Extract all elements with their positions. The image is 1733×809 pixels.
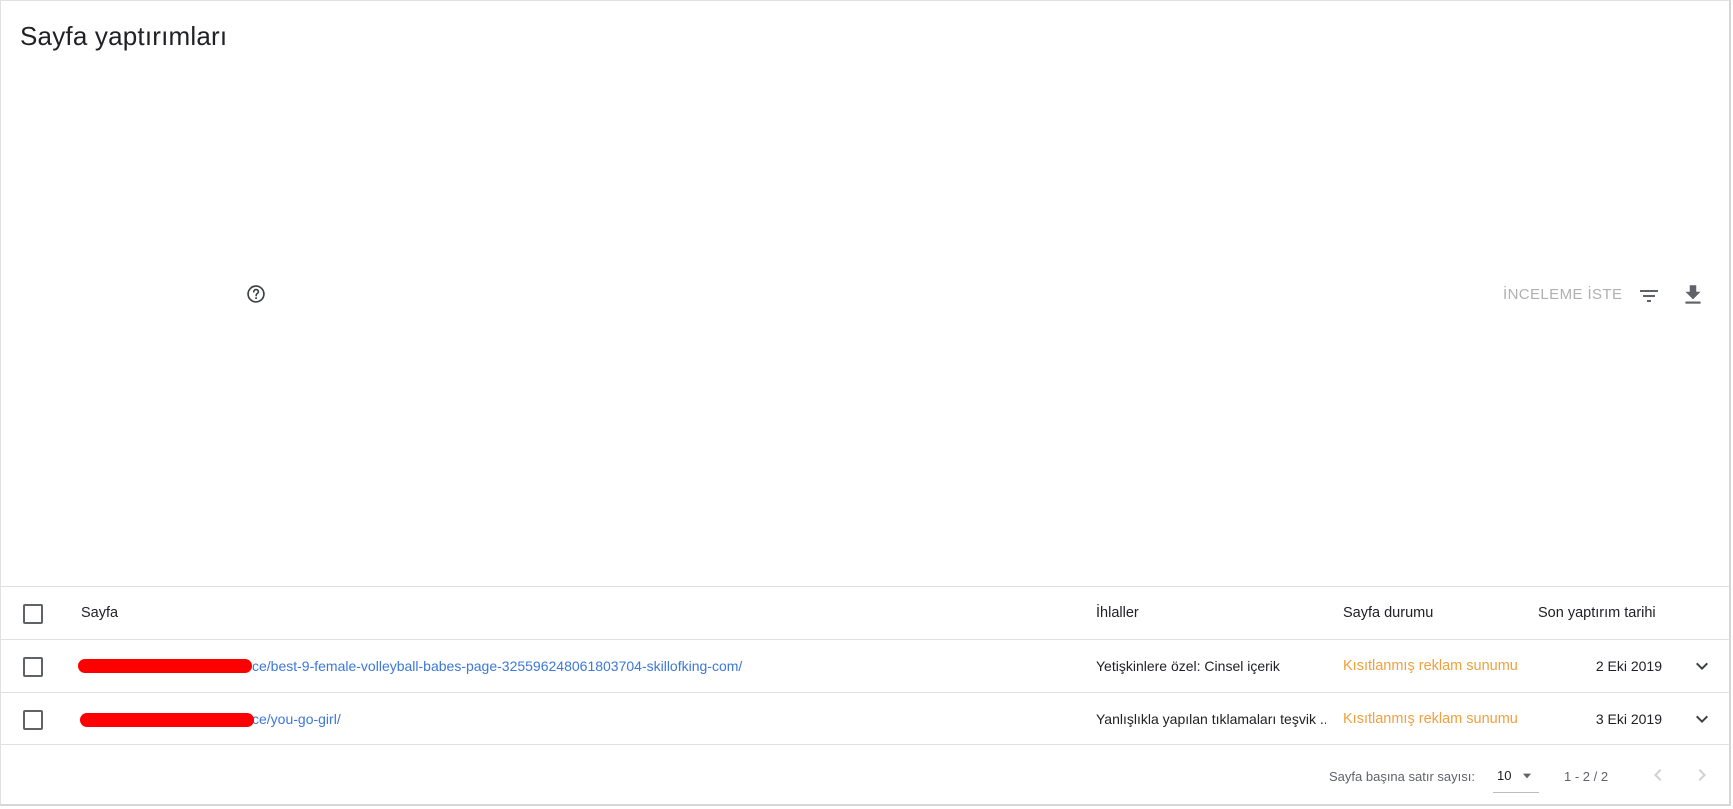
page-url-link[interactable]: ce/you-go-girl/ — [252, 711, 341, 727]
sanctions-card: Sayfa yaptırımları İNCELEME İSTE Sayfa İ… — [0, 0, 1731, 806]
page-status-cell: Kısıtlanmış reklam sunumu — [1343, 711, 1518, 727]
request-review-button[interactable]: İNCELEME İSTE — [1503, 286, 1622, 303]
column-header-page[interactable]: Sayfa — [81, 587, 1081, 639]
column-header-last-enforcement-date[interactable]: Son yaptırım tarihi — [1538, 587, 1663, 639]
rows-per-page-select[interactable]: 10 — [1493, 760, 1539, 793]
table-row[interactable]: ce/best-9-female-volleyball-babes-page-3… — [1, 639, 1730, 692]
table-row[interactable]: ce/you-go-girl/ Yanlışlıkla yapılan tıkl… — [1, 692, 1730, 745]
select-all-checkbox[interactable] — [23, 604, 43, 624]
rows-per-page-label: Sayfa başına satır sayısı: — [1329, 769, 1475, 784]
rows-per-page-value: 10 — [1497, 768, 1512, 783]
chevron-down-icon[interactable] — [1690, 654, 1714, 678]
download-icon[interactable] — [1680, 282, 1706, 308]
violation-cell: Yetişkinlere özel: Cinsel içerik — [1096, 658, 1280, 674]
violation-cell: Yanlışlıkla yapılan tıklamaları teşvik .… — [1096, 711, 1326, 727]
table-header-row: Sayfa İhlaller Sayfa durumu Son yaptırım… — [1, 586, 1730, 639]
help-circle-icon[interactable] — [246, 284, 266, 304]
page-status-cell: Kısıtlanmış reklam sunumu — [1343, 658, 1518, 674]
sanctions-table: Sayfa İhlaller Sayfa durumu Son yaptırım… — [1, 586, 1730, 745]
row-checkbox[interactable] — [23, 710, 43, 730]
chevron-right-icon[interactable] — [1690, 763, 1714, 787]
filter-icon[interactable] — [1637, 284, 1661, 308]
column-header-violations[interactable]: İhlaller — [1096, 587, 1326, 639]
pagination-range: 1 - 2 / 2 — [1564, 769, 1609, 784]
date-cell: 2 Eki 2019 — [1595, 658, 1662, 674]
date-cell: 3 Eki 2019 — [1595, 711, 1662, 727]
pagination-footer: Sayfa başına satır sayısı: 10 1 - 2 / 2 — [1, 748, 1730, 804]
dropdown-arrow-icon — [1522, 773, 1532, 779]
chevron-down-icon[interactable] — [1690, 707, 1714, 731]
row-checkbox[interactable] — [23, 657, 43, 677]
column-header-page-status[interactable]: Sayfa durumu — [1343, 587, 1533, 639]
redaction-mark — [78, 659, 252, 673]
redaction-mark — [80, 713, 254, 727]
chevron-left-icon[interactable] — [1646, 763, 1670, 787]
page-url-link[interactable]: ce/best-9-female-volleyball-babes-page-3… — [252, 658, 742, 674]
page-title: Sayfa yaptırımları — [20, 21, 228, 51]
